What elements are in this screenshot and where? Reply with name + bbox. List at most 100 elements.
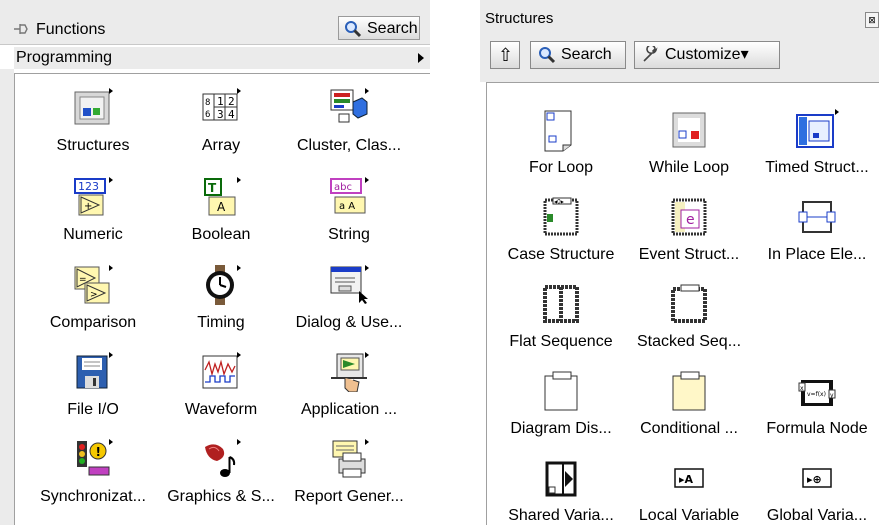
stacked-sequence-icon: [671, 284, 707, 323]
palette-item-label: Structures: [56, 137, 130, 154]
boolean-icon: T A: [204, 177, 241, 216]
array-icon-digit: 8: [205, 98, 210, 108]
palette-item-in-place-element[interactable]: In Place Ele...: [753, 196, 879, 286]
palette-item-while-loop[interactable]: While Loop: [625, 109, 753, 199]
category-header-programming[interactable]: Programming: [14, 47, 430, 69]
dialog-icon: [330, 265, 369, 304]
svg-text:!: !: [96, 445, 101, 459]
search-button[interactable]: Search: [338, 16, 420, 40]
palette-item-label: File I/O: [67, 401, 119, 418]
customize-button[interactable]: Customize▾: [634, 41, 780, 69]
submenu-arrow-icon: [418, 53, 424, 63]
palette-item-string[interactable]: abc a A String: [285, 177, 413, 267]
up-arrow-icon: ⇧: [498, 45, 514, 65]
palette-item-comparison[interactable]: = > Comparison: [29, 265, 157, 355]
wrench-icon: [643, 46, 658, 62]
string-icon-text: abc: [334, 182, 352, 193]
palette-item-label: Report Gener...: [294, 488, 404, 505]
timed-structure-icon: [796, 109, 839, 148]
global-variable-icon-text: ▸⊕: [807, 473, 822, 486]
palette-item-timed-structure[interactable]: Timed Struct...: [753, 109, 879, 199]
string-icon-text: a A: [339, 201, 355, 212]
conditional-disable-icon: [672, 371, 706, 411]
palette-item-label: Dialog & Use...: [295, 314, 403, 331]
palette-item-label: Cluster, Clas...: [296, 137, 402, 154]
formula-icon-text: v=f(x): [807, 391, 826, 398]
palette-item-boolean[interactable]: T A Boolean: [157, 177, 285, 267]
pin-icon[interactable]: [12, 20, 30, 38]
palette-item-timing[interactable]: Timing: [157, 265, 285, 355]
palette-item-array[interactable]: 8 1 2 6 3 4 Array: [157, 88, 285, 178]
palette-item-numeric[interactable]: 123 + Numeric: [29, 177, 157, 267]
palette-item-local-variable[interactable]: ▸A Local Variable: [625, 457, 753, 525]
numeric-icon-text: 123: [78, 180, 99, 193]
close-icon[interactable]: ⊠: [865, 12, 879, 28]
palette-item-for-loop[interactable]: For Loop: [497, 109, 625, 199]
palette-item-global-variable[interactable]: ▸⊕ Global Varia...: [753, 457, 879, 525]
palette-item-label: Waveform: [184, 401, 258, 418]
comparison-icon: = >: [74, 265, 113, 304]
palette-item-event-structure[interactable]: e Event Struct...: [625, 196, 753, 286]
search-button-label: Search: [561, 46, 612, 63]
functions-palette-header: Functions Search: [0, 0, 430, 45]
palette-item-report-generation[interactable]: Report Gener...: [285, 439, 413, 525]
palette-item-label: Synchronizat...: [40, 488, 146, 505]
formula-node-icon: x y v=f(x): [798, 380, 836, 406]
palette-item-label: Comparison: [49, 314, 137, 331]
formula-output-text: y: [830, 392, 834, 399]
palette-item-label: Timed Struct...: [765, 159, 869, 176]
palette-item-label: Numeric: [63, 226, 123, 243]
palette-item-label: Timing: [197, 314, 245, 331]
functions-grid: Structures 8 1 2 6 3 4 Array Cluster, Cl…: [14, 73, 430, 525]
palette-item-shared-variable[interactable]: Shared Varia...: [497, 457, 625, 525]
palette-item-label: Boolean: [191, 226, 251, 243]
palette-item-label: String: [328, 226, 370, 243]
palette-item-application-control[interactable]: Application ...: [285, 352, 413, 442]
palette-item-diagram-disable[interactable]: Diagram Dis...: [497, 370, 625, 460]
global-variable-icon: ▸⊕: [802, 468, 832, 488]
synchronization-icon: !: [77, 439, 113, 476]
palette-gutter: [0, 69, 14, 525]
magnifier-icon: [345, 21, 362, 38]
palette-item-structures[interactable]: Structures: [29, 88, 157, 178]
structures-palette-header: Structures ⊠ ⇧ Search Customize▾: [480, 0, 879, 82]
boolean-icon-text: T: [208, 181, 217, 195]
palette-item-case-structure[interactable]: ◂0▸ Case Structure: [497, 196, 625, 286]
palette-item-label: Array: [201, 137, 241, 154]
palette-item-stacked-sequence[interactable]: Stacked Seq...: [625, 283, 753, 373]
array-icon-digit: 3: [217, 108, 224, 121]
palette-item-graphics-sound[interactable]: Graphics & S...: [157, 439, 285, 525]
palette-item-conditional-disable[interactable]: Conditional ...: [625, 370, 753, 460]
palette-item-flat-sequence[interactable]: Flat Sequence: [497, 283, 625, 373]
palette-item-dialog[interactable]: Dialog & Use...: [285, 265, 413, 355]
magnifier-icon: [539, 47, 556, 64]
while-loop-icon: [672, 112, 706, 148]
palette-item-label: Formula Node: [766, 420, 868, 437]
palette-item-synchronization[interactable]: ! Synchronizat...: [29, 439, 157, 525]
array-icon-digit: 2: [228, 95, 235, 108]
palette-item-formula-node[interactable]: x y v=f(x) Formula Node: [753, 370, 879, 460]
palette-item-file-io[interactable]: File I/O: [29, 352, 157, 442]
shared-variable-icon: [545, 461, 577, 497]
flat-sequence-icon: [543, 285, 579, 323]
file-io-icon: [76, 352, 113, 389]
palette-item-waveform[interactable]: Waveform: [157, 352, 285, 442]
up-button[interactable]: ⇧: [490, 41, 520, 69]
functions-palette-title: Functions: [36, 21, 106, 38]
graphics-sound-icon: [205, 439, 241, 477]
case-structure-icon: ◂0▸: [543, 197, 579, 236]
structures-palette-title: Structures: [485, 10, 554, 27]
event-icon-text: e: [686, 212, 695, 228]
local-variable-icon-text: ▸A: [679, 473, 694, 486]
structures-icon: [74, 88, 113, 125]
palette-item-label: Graphics & S...: [167, 488, 275, 505]
palette-item-label: Stacked Seq...: [636, 333, 742, 350]
waveform-icon: [202, 352, 241, 389]
formula-input-text: x: [800, 385, 804, 392]
application-icon: [331, 352, 369, 392]
search-button[interactable]: Search: [530, 41, 626, 69]
event-structure-icon: e: [671, 198, 707, 236]
cluster-icon: [330, 88, 369, 123]
palette-item-cluster[interactable]: Cluster, Clas...: [285, 88, 413, 178]
svg-text:+: +: [84, 201, 92, 212]
